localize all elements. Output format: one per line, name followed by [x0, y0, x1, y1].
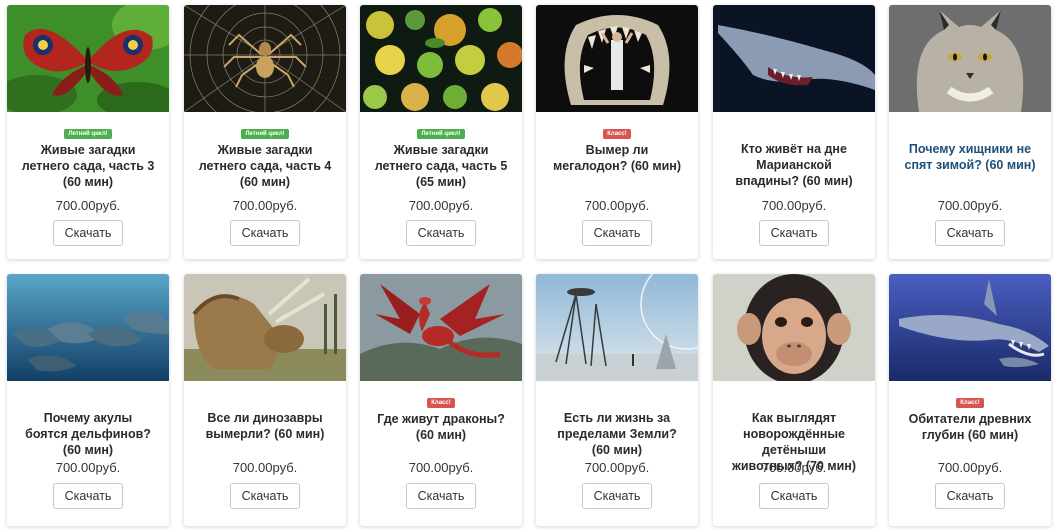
product-title[interactable]: Живые загадки летнего сада, часть 5 (65 …	[360, 142, 522, 190]
product-price: 700.00руб.	[761, 460, 827, 475]
product-card: Как выглядят новорождённые детёныши живо…	[713, 274, 875, 526]
product-price: 700.00руб.	[584, 460, 650, 475]
product-card: Все ли динозавры вымерли? (60 мин) 700.0…	[184, 274, 346, 526]
download-button[interactable]: Скачать	[935, 220, 1005, 246]
status-badge: Летний цикл!	[64, 129, 112, 139]
product-title[interactable]: Живые загадки летнего сада, часть 3 (60 …	[7, 142, 169, 190]
product-title[interactable]: Живые загадки летнего сада, часть 4 (60 …	[184, 142, 346, 190]
status-badge: Класс!	[956, 398, 984, 408]
product-image-dragon[interactable]	[360, 274, 522, 381]
product-price: 700.00руб.	[408, 460, 474, 475]
product-price: 700.00руб.	[937, 460, 1003, 475]
download-button[interactable]: Скачать	[406, 483, 476, 509]
product-price: 700.00руб.	[584, 198, 650, 213]
product-image-triceratops[interactable]	[184, 274, 346, 381]
download-button[interactable]: Скачать	[759, 483, 829, 509]
product-title[interactable]: Все ли динозавры вымерли? (60 мин)	[184, 410, 346, 442]
product-card: Почему акулы боятся дельфинов? (60 мин) …	[7, 274, 169, 526]
product-image-dolphins[interactable]	[7, 274, 169, 381]
product-card: Класс! Обитатели древних глубин (60 мин)…	[889, 274, 1051, 526]
product-title[interactable]: Где живут драконы? (60 мин)	[360, 411, 522, 443]
product-card: Летний цикл! Живые загадки летнего сада,…	[184, 5, 346, 259]
status-badge: Летний цикл!	[417, 129, 465, 139]
product-card: Летний цикл! Живые загадки летнего сада,…	[360, 5, 522, 259]
product-price: 700.00руб.	[408, 198, 474, 213]
product-title[interactable]: Почему хищники не спят зимой? (60 мин)	[889, 141, 1051, 173]
product-card: Летний цикл! Живые загадки летнего сада,…	[7, 5, 169, 259]
download-button[interactable]: Скачать	[53, 220, 123, 246]
download-button[interactable]: Скачать	[759, 220, 829, 246]
download-button[interactable]: Скачать	[582, 483, 652, 509]
product-image-spider[interactable]	[184, 5, 346, 112]
product-card: Класс! Вымер ли мегалодон? (60 мин) 700.…	[536, 5, 698, 259]
product-title[interactable]: Вымер ли мегалодон? (60 мин)	[536, 142, 698, 174]
product-title[interactable]: Обитатели древних глубин (60 мин)	[889, 411, 1051, 443]
product-price: 700.00руб.	[761, 198, 827, 213]
download-button[interactable]: Скачать	[53, 483, 123, 509]
product-price: 700.00руб.	[55, 460, 121, 475]
status-badge: Класс!	[603, 129, 631, 139]
status-badge: Летний цикл!	[241, 129, 289, 139]
product-title[interactable]: Почему акулы боятся дельфинов? (60 мин)	[7, 410, 169, 458]
product-card: Почему хищники не спят зимой? (60 мин) 7…	[889, 5, 1051, 259]
product-title[interactable]: Кто живёт на дне Марианской впадины? (60…	[713, 141, 875, 189]
product-image-baby-chimp[interactable]	[713, 274, 875, 381]
product-image-alien-planet[interactable]	[536, 274, 698, 381]
product-card: Кто живёт на дне Марианской впадины? (60…	[713, 5, 875, 259]
product-image-goblin-shark[interactable]	[713, 5, 875, 112]
product-image-butterfly[interactable]	[7, 5, 169, 112]
download-button[interactable]: Скачать	[935, 483, 1005, 509]
product-card: Есть ли жизнь за пределами Земли? (60 ми…	[536, 274, 698, 526]
product-image-megalodon-jaws[interactable]	[536, 5, 698, 112]
product-image-pollen[interactable]	[360, 5, 522, 112]
product-price: 700.00руб.	[232, 198, 298, 213]
product-price: 700.00руб.	[937, 198, 1003, 213]
product-title[interactable]: Есть ли жизнь за пределами Земли? (60 ми…	[536, 410, 698, 458]
status-badge: Класс!	[427, 398, 455, 408]
download-button[interactable]: Скачать	[406, 220, 476, 246]
download-button[interactable]: Скачать	[582, 220, 652, 246]
product-grid: Летний цикл! Живые загадки летнего сада,…	[0, 0, 1057, 532]
product-image-prehistoric-shark[interactable]	[889, 274, 1051, 381]
product-price: 700.00руб.	[232, 460, 298, 475]
download-button[interactable]: Скачать	[230, 483, 300, 509]
product-price: 700.00руб.	[55, 198, 121, 213]
product-card: Класс! Где живут драконы? (60 мин) 700.0…	[360, 274, 522, 526]
product-image-lynx[interactable]	[889, 5, 1051, 112]
download-button[interactable]: Скачать	[230, 220, 300, 246]
